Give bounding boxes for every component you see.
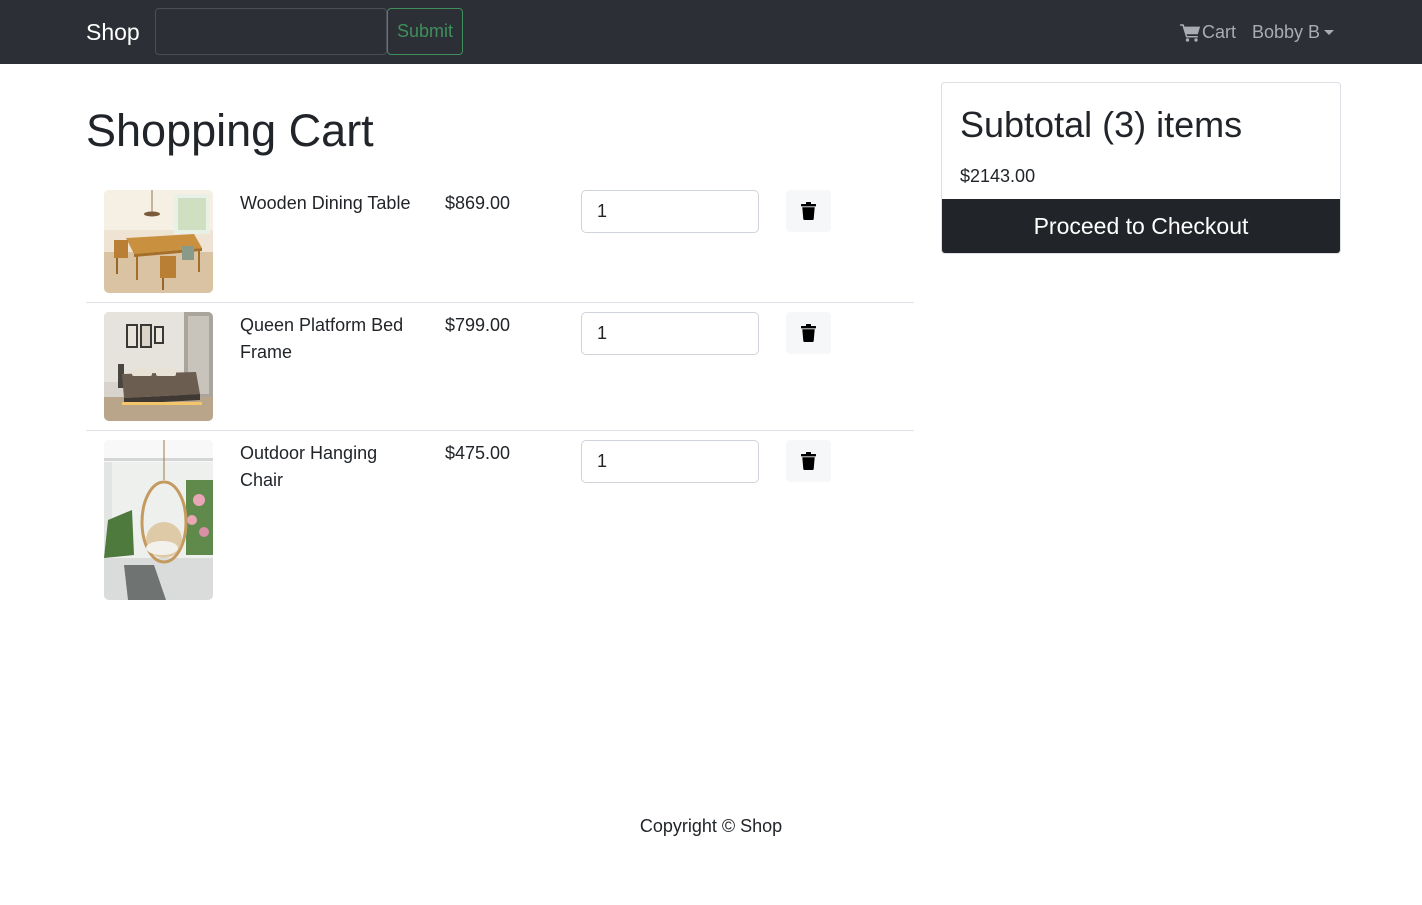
brand-link[interactable]: Shop	[86, 18, 140, 46]
footer-copyright: Copyright © Shop	[639, 816, 783, 836]
product-image[interactable]	[104, 440, 213, 600]
page-title: Shopping Cart	[86, 105, 374, 156]
cart-link[interactable]: Cart	[1180, 20, 1236, 44]
remove-item-button[interactable]	[786, 190, 831, 232]
user-name: Bobby B	[1252, 21, 1321, 42]
remove-item-button[interactable]	[786, 312, 831, 354]
proceed-to-checkout-button[interactable]: Proceed to Checkout	[942, 199, 1340, 253]
user-menu-toggle[interactable]: Bobby B	[1252, 20, 1335, 44]
search-submit-button[interactable]: Submit	[387, 8, 463, 55]
cart-label: Cart	[1202, 21, 1237, 42]
trash-icon	[801, 202, 816, 220]
product-name-link[interactable]: Outdoor Hanging Chair	[240, 440, 420, 494]
product-price: $869.00	[445, 193, 511, 213]
product-image[interactable]	[104, 190, 213, 293]
product-price: $475.00	[445, 443, 511, 463]
trash-icon	[801, 452, 816, 470]
cart-item-row: Wooden Dining Table $869.00 1	[86, 180, 914, 303]
subtotal-amount: $2143.00	[960, 166, 1036, 186]
quantity-input[interactable]: 1	[581, 440, 759, 483]
remove-item-button[interactable]	[786, 440, 831, 482]
product-name-link[interactable]: Queen Platform Bed Frame	[240, 312, 420, 366]
product-price: $799.00	[445, 315, 511, 335]
cart-item-row: Queen Platform Bed Frame $799.00 1	[86, 302, 914, 431]
subtotal-heading: Subtotal (3) items	[960, 104, 1243, 145]
navbar: Shop Submit Cart Bobby B	[0, 0, 1422, 64]
cart-item-row: Outdoor Hanging Chair $475.00 1	[86, 430, 914, 610]
trash-icon	[801, 324, 816, 342]
search-input[interactable]	[155, 8, 387, 55]
product-name-link[interactable]: Wooden Dining Table	[240, 190, 420, 217]
order-summary-card: Subtotal (3) items $2143.00 Proceed to C…	[941, 82, 1341, 254]
chevron-down-icon	[1324, 29, 1335, 35]
product-image[interactable]	[104, 312, 213, 421]
quantity-input[interactable]: 1	[581, 312, 759, 355]
cart-icon	[1180, 23, 1201, 42]
quantity-input[interactable]: 1	[581, 190, 759, 233]
